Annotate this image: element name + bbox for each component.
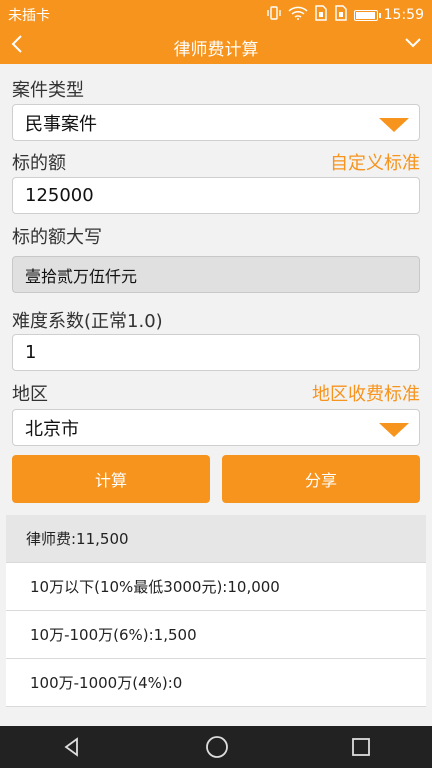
amount-uppercase-label: 标的额大写 — [12, 227, 102, 248]
chevron-left-icon — [11, 35, 22, 53]
difficulty-label: 难度系数(正常1.0) — [12, 311, 163, 332]
back-button[interactable] — [10, 33, 24, 63]
status-icons: 15:59 — [266, 5, 424, 25]
list-item: 10万-100万(6%):1,500 — [6, 611, 426, 659]
list-item: 10万以下(10%最低3000元):10,000 — [6, 563, 426, 611]
dropdown-arrow-icon — [379, 423, 409, 437]
nav-back-button[interactable] — [61, 736, 83, 758]
amount-input[interactable]: 125000 — [12, 177, 420, 214]
clock-text: 15:59 — [383, 7, 424, 23]
results-list: 律师费:11,500 10万以下(10%最低3000元):10,000 10万-… — [6, 515, 426, 725]
circle-home-icon — [206, 736, 228, 758]
square-recents-icon — [352, 738, 370, 756]
wifi-icon — [288, 6, 308, 24]
region-select[interactable]: 北京市 — [12, 409, 420, 446]
sim-card-2-icon — [334, 5, 348, 25]
battery-level — [355, 11, 376, 19]
nav-home-button[interactable] — [205, 735, 229, 759]
share-button[interactable]: 分享 — [222, 455, 420, 503]
page-title: 律师费计算 — [173, 39, 259, 60]
difficulty-value: 1 — [25, 342, 37, 363]
case-type-value: 民事案件 — [25, 113, 97, 135]
sim-card-1-icon — [314, 5, 328, 25]
list-item: 100万-1000万(4%):0 — [6, 659, 426, 707]
system-nav-bar — [0, 726, 432, 768]
amount-label: 标的额 — [12, 153, 66, 174]
triangle-back-icon — [64, 737, 78, 757]
case-type-label: 案件类型 — [12, 80, 84, 101]
app-bar: 律师费计算 — [0, 30, 432, 64]
chevron-down-icon — [405, 38, 421, 48]
dropdown-arrow-icon — [379, 118, 409, 132]
custom-standard-link[interactable]: 自定义标准 — [330, 149, 420, 175]
difficulty-input[interactable]: 1 — [12, 334, 420, 371]
status-bar: 未插卡 15:59 — [0, 0, 432, 30]
calculate-button[interactable]: 计算 — [12, 455, 210, 503]
amount-uppercase-field: 壹拾贰万伍仟元 — [12, 256, 420, 293]
carrier-text: 未插卡 — [8, 8, 50, 24]
region-value: 北京市 — [25, 418, 79, 440]
nav-recents-button[interactable] — [351, 737, 371, 757]
result-total: 律师费:11,500 — [6, 515, 426, 563]
region-label: 地区 — [12, 384, 48, 405]
region-standard-link[interactable]: 地区收费标准 — [312, 380, 420, 406]
vibrate-icon — [266, 6, 282, 24]
case-type-select[interactable]: 民事案件 — [12, 104, 420, 141]
battery-icon — [353, 9, 381, 21]
amount-value: 125000 — [25, 185, 94, 206]
menu-toggle-button[interactable] — [404, 35, 422, 54]
amount-uppercase-value: 壹拾贰万伍仟元 — [25, 266, 138, 286]
